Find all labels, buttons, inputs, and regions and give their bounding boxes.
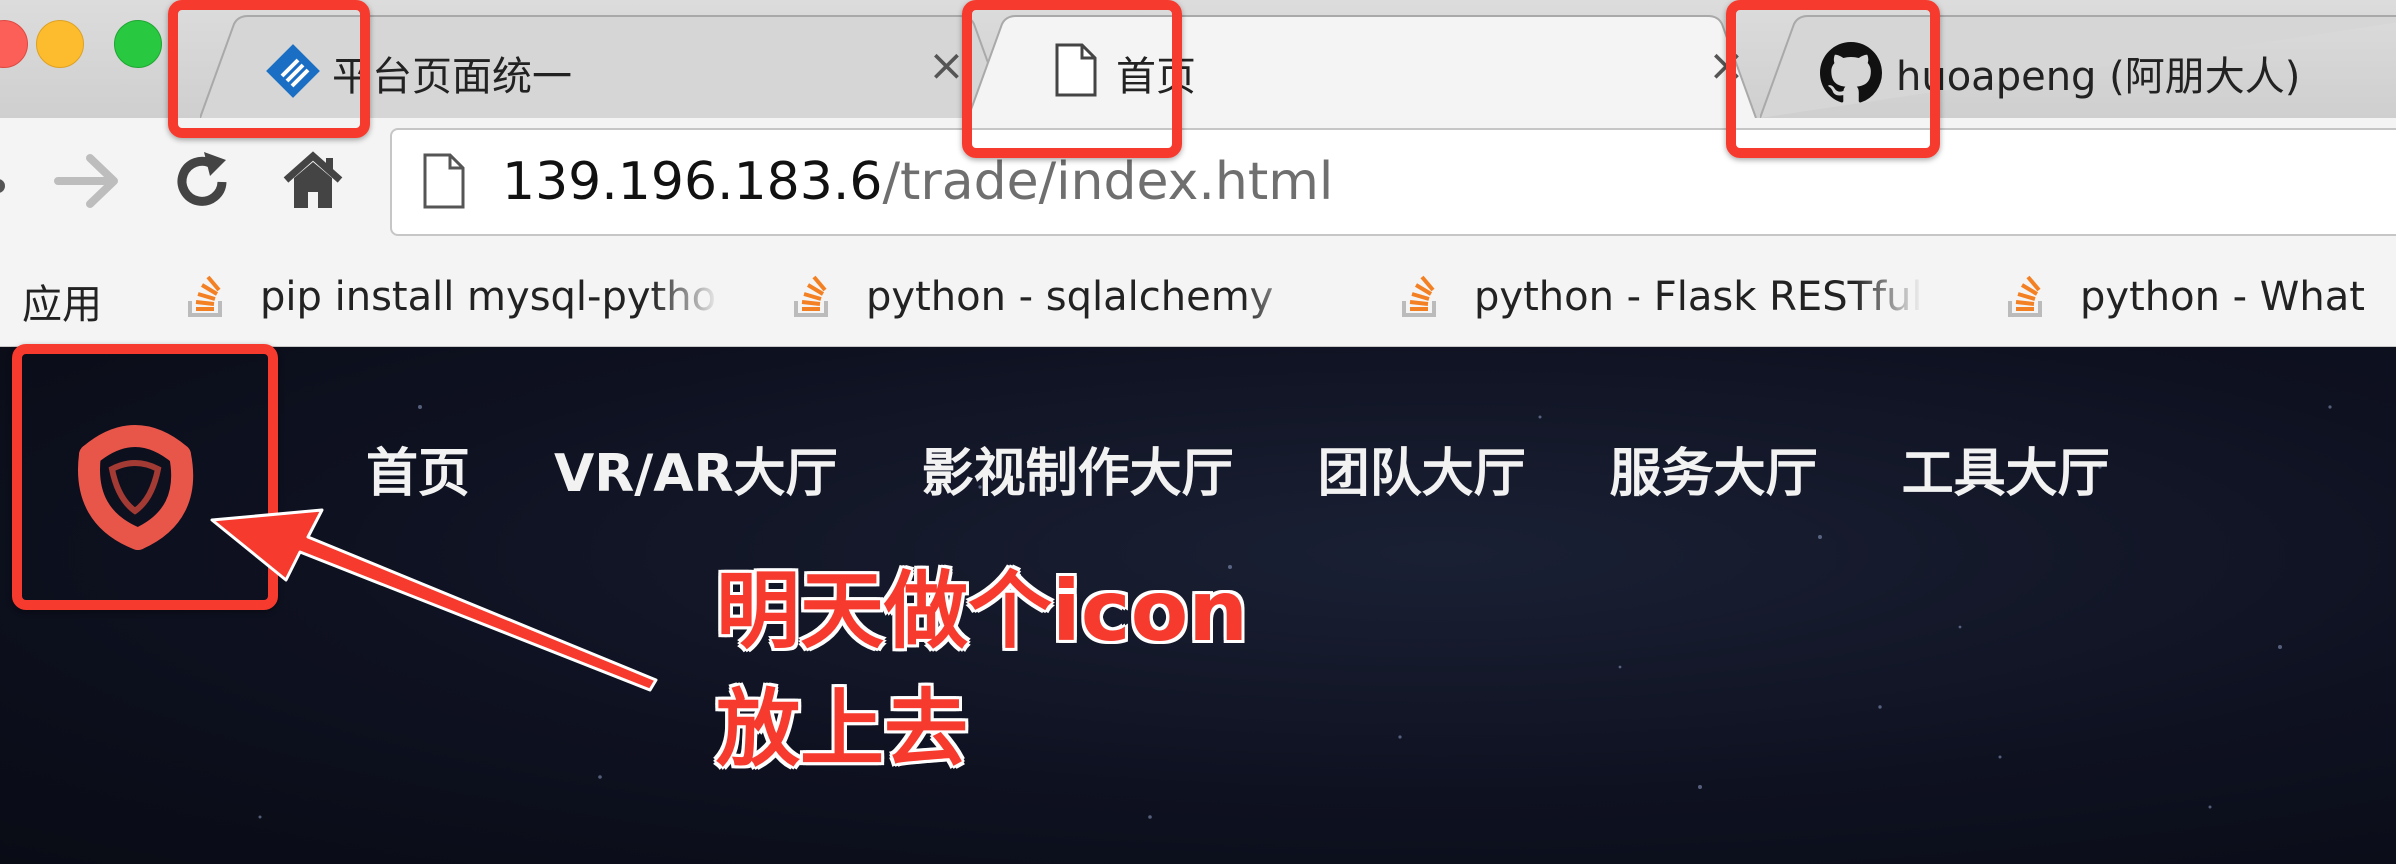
nav-film-production-hall[interactable]: 影视制作大厅 bbox=[922, 431, 1234, 506]
bookmark-label: pip install mysql-python bbox=[260, 274, 720, 320]
url-text[interactable]: 139.196.183.6/trade/index.html bbox=[502, 152, 1333, 212]
back-icon[interactable] bbox=[0, 176, 14, 200]
main-nav: 首页 VR/AR大厅 影视制作大厅 团队大厅 服务大厅 工具大厅 bbox=[366, 431, 2194, 506]
nav-vr-ar-hall[interactable]: VR/AR大厅 bbox=[554, 431, 838, 506]
bookmark-item[interactable]: python - What bbox=[2006, 272, 2396, 322]
stackoverflow-icon bbox=[792, 271, 832, 323]
annotation-text: 明天做个icon 放上去 bbox=[716, 552, 1248, 788]
bookmarks-bar: 应用 pip install mysql-python python - sql… bbox=[0, 248, 2396, 347]
highlight-box-logo bbox=[12, 344, 278, 610]
highlight-box-tab-icon bbox=[168, 0, 370, 138]
tab-close-icon[interactable]: × bbox=[928, 44, 965, 88]
home-icon[interactable] bbox=[282, 150, 344, 216]
reload-icon[interactable] bbox=[170, 150, 234, 218]
bookmark-label: python - sqlalchemy bbox=[866, 274, 1274, 320]
url-path: /trade/index.html bbox=[882, 152, 1334, 212]
annotation-line-2: 放上去 bbox=[716, 680, 969, 778]
annotation-line-1: 明天做个icon bbox=[716, 562, 1249, 660]
bookmark-label: python - Flask RESTful bbox=[1474, 274, 1922, 320]
nav-tools-hall[interactable]: 工具大厅 bbox=[1902, 431, 2110, 506]
nav-home[interactable]: 首页 bbox=[366, 431, 470, 506]
highlight-box-tab-icon bbox=[1726, 0, 1940, 158]
bookmark-item[interactable]: python - Flask RESTful bbox=[1400, 272, 1960, 322]
highlight-box-tab-icon bbox=[962, 0, 1182, 158]
bookmark-apps[interactable]: 应用 bbox=[22, 272, 102, 330]
window-maximize-button[interactable] bbox=[114, 20, 162, 68]
page-icon bbox=[422, 152, 466, 214]
window-close-button[interactable] bbox=[0, 20, 28, 68]
bookmark-item[interactable]: pip install mysql-python bbox=[186, 272, 726, 322]
url-host: 139.196.183.6 bbox=[502, 152, 883, 212]
stackoverflow-icon bbox=[186, 271, 226, 323]
window-minimize-button[interactable] bbox=[36, 20, 84, 68]
nav-service-hall[interactable]: 服务大厅 bbox=[1610, 431, 1818, 506]
stackoverflow-icon bbox=[1400, 271, 1440, 323]
bookmark-item[interactable]: python - sqlalchemy bbox=[792, 272, 1312, 322]
bookmark-label: python - What bbox=[2080, 274, 2365, 320]
site-header: 首页 VR/AR大厅 影视制作大厅 团队大厅 服务大厅 工具大厅 明天做个ico… bbox=[0, 347, 2396, 864]
nav-team-hall[interactable]: 团队大厅 bbox=[1318, 431, 1526, 506]
address-bar[interactable]: 139.196.183.6/trade/index.html bbox=[390, 128, 2396, 236]
forward-icon[interactable] bbox=[52, 150, 124, 216]
stackoverflow-icon bbox=[2006, 271, 2046, 323]
tab-title: huoapeng (阿朋大人) bbox=[1896, 54, 2301, 100]
